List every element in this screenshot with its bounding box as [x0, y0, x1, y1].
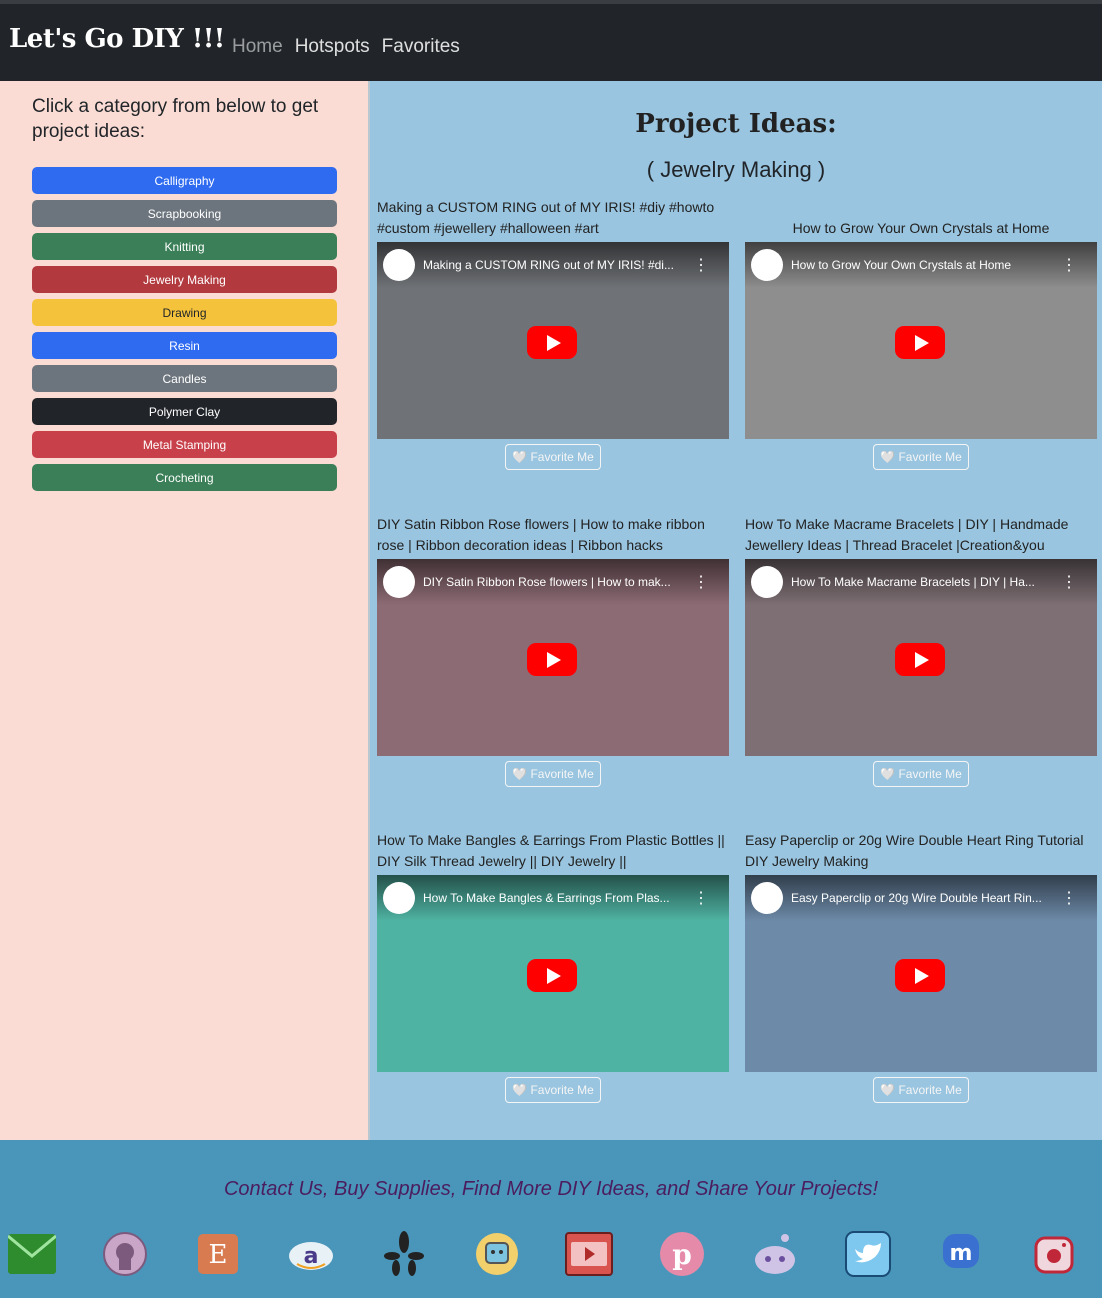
video-overlay-title[interactable]: How To Make Macrame Bracelets | DIY | Ha… [791, 575, 1051, 589]
category-button-candles[interactable]: Candles [32, 365, 337, 392]
video-overlay-title[interactable]: Easy Paperclip or 20g Wire Double Heart … [791, 891, 1051, 905]
video-header: How to Grow Your Own Crystals at Home ⋮ [745, 242, 1097, 288]
mastodon-icon[interactable]: m [937, 1230, 985, 1278]
video-embed[interactable]: Making a CUSTOM RING out of MY IRIS! #di… [377, 242, 729, 439]
play-button-icon[interactable] [527, 326, 577, 359]
channel-avatar[interactable] [383, 882, 415, 914]
channel-avatar[interactable] [383, 249, 415, 281]
favorite-button[interactable]: 🤍 Favorite Me [873, 1077, 969, 1103]
category-sidebar: Click a category from below to get proje… [0, 81, 368, 1140]
video-card: Easy Paperclip or 20g Wire Double Heart … [745, 830, 1097, 1103]
video-header: DIY Satin Ribbon Rose flowers | How to m… [377, 559, 729, 605]
more-options-icon[interactable]: ⋮ [693, 255, 709, 275]
play-button-icon[interactable] [895, 326, 945, 359]
play-button-icon[interactable] [895, 643, 945, 676]
nav-links: Home Hotspots Favorites [232, 36, 460, 58]
category-button-polymer-clay[interactable]: Polymer Clay [32, 398, 337, 425]
video-title: Easy Paperclip or 20g Wire Double Heart … [745, 832, 1084, 869]
project-ideas-panel: Project Ideas: ( Jewelry Making ) Making… [368, 81, 1102, 1140]
video-header: How To Make Bangles & Earrings From Plas… [377, 875, 729, 921]
video-embed[interactable]: How To Make Bangles & Earrings From Plas… [377, 875, 729, 1072]
video-title: How to Grow Your Own Crystals at Home [792, 220, 1050, 236]
app-icon[interactable] [473, 1230, 521, 1278]
video-card: How To Make Bangles & Earrings From Plas… [377, 830, 729, 1103]
video-overlay-title[interactable]: How To Make Bangles & Earrings From Plas… [423, 891, 683, 905]
social-links: E a p m [8, 1230, 1078, 1278]
video-card: Making a CUSTOM RING out of MY IRIS! #di… [377, 197, 729, 470]
pinterest-icon[interactable]: p [658, 1230, 706, 1278]
video-embed[interactable]: Easy Paperclip or 20g Wire Double Heart … [745, 875, 1097, 1072]
channel-avatar[interactable] [751, 566, 783, 598]
video-card: How to Grow Your Own Crystals at Home Ho… [745, 197, 1097, 470]
github-icon[interactable] [101, 1230, 149, 1278]
video-embed[interactable]: How to Grow Your Own Crystals at Home ⋮ [745, 242, 1097, 439]
play-button-icon[interactable] [895, 959, 945, 992]
video-title: How To Make Bangles & Earrings From Plas… [377, 832, 725, 869]
category-button-knitting[interactable]: Knitting [32, 233, 337, 260]
video-overlay-title[interactable]: Making a CUSTOM RING out of MY IRIS! #di… [423, 258, 683, 272]
category-button-scrapbooking[interactable]: Scrapbooking [32, 200, 337, 227]
footer-tagline: Contact Us, Buy Supplies, Find More DIY … [223, 1178, 879, 1200]
category-button-resin[interactable]: Resin [32, 332, 337, 359]
more-options-icon[interactable]: ⋮ [693, 572, 709, 592]
sidebar-heading: Click a category from below to get proje… [32, 96, 319, 142]
video-card: How To Make Macrame Bracelets | DIY | Ha… [745, 514, 1097, 787]
play-button-icon[interactable] [527, 959, 577, 992]
page-title: Project Ideas: [635, 109, 837, 139]
video-overlay-title[interactable]: DIY Satin Ribbon Rose flowers | How to m… [423, 575, 683, 589]
channel-avatar[interactable] [751, 882, 783, 914]
category-button-drawing[interactable]: Drawing [32, 299, 337, 326]
play-button-icon[interactable] [527, 643, 577, 676]
category-button-calligraphy[interactable]: Calligraphy [32, 167, 337, 194]
youtube-icon[interactable] [565, 1230, 614, 1278]
video-title: How To Make Macrame Bracelets | DIY | Ha… [745, 516, 1069, 553]
more-options-icon[interactable]: ⋮ [1061, 572, 1077, 592]
svg-text:a: a [303, 1244, 318, 1269]
video-header: How To Make Macrame Bracelets | DIY | Ha… [745, 559, 1097, 605]
svg-text:p: p [673, 1238, 693, 1271]
yelp-icon[interactable] [380, 1230, 428, 1278]
video-header: Making a CUSTOM RING out of MY IRIS! #di… [377, 242, 729, 288]
category-list: Calligraphy Scrapbooking Knitting Jewelr… [32, 167, 337, 497]
video-title: Making a CUSTOM RING out of MY IRIS! #di… [377, 199, 715, 236]
video-overlay-title[interactable]: How to Grow Your Own Crystals at Home [791, 258, 1051, 272]
more-options-icon[interactable]: ⋮ [1061, 888, 1077, 908]
main-area: Click a category from below to get proje… [0, 81, 1102, 1140]
etsy-icon[interactable]: E [194, 1230, 242, 1278]
mail-icon[interactable] [8, 1230, 56, 1278]
nav-hotspots[interactable]: Hotspots [295, 36, 370, 58]
favorite-button[interactable]: 🤍 Favorite Me [505, 444, 601, 470]
category-button-metal-stamping[interactable]: Metal Stamping [32, 431, 337, 458]
video-embed[interactable]: DIY Satin Ribbon Rose flowers | How to m… [377, 559, 729, 756]
more-options-icon[interactable]: ⋮ [1061, 255, 1077, 275]
reddit-icon[interactable] [751, 1230, 799, 1278]
instagram-icon[interactable] [1030, 1230, 1078, 1278]
nav-favorites[interactable]: Favorites [382, 36, 460, 58]
twitter-icon[interactable] [844, 1230, 892, 1278]
category-subtitle: ( Jewelry Making ) [646, 157, 826, 182]
nav-home[interactable]: Home [232, 36, 283, 58]
video-card: DIY Satin Ribbon Rose flowers | How to m… [377, 514, 729, 787]
category-button-crocheting[interactable]: Crocheting [32, 464, 337, 491]
footer: Contact Us, Buy Supplies, Find More DIY … [0, 1140, 1102, 1298]
video-title: DIY Satin Ribbon Rose flowers | How to m… [377, 516, 705, 553]
channel-avatar[interactable] [751, 249, 783, 281]
more-options-icon[interactable]: ⋮ [693, 888, 709, 908]
video-header: Easy Paperclip or 20g Wire Double Heart … [745, 875, 1097, 921]
favorite-button[interactable]: 🤍 Favorite Me [505, 1077, 601, 1103]
svg-text:E: E [208, 1240, 227, 1270]
favorite-button[interactable]: 🤍 Favorite Me [873, 444, 969, 470]
svg-text:m: m [950, 1241, 973, 1266]
favorite-button[interactable]: 🤍 Favorite Me [505, 761, 601, 787]
amazon-icon[interactable]: a [287, 1230, 335, 1278]
video-embed[interactable]: How To Make Macrame Bracelets | DIY | Ha… [745, 559, 1097, 756]
category-button-jewelry-making[interactable]: Jewelry Making [32, 266, 337, 293]
channel-avatar[interactable] [383, 566, 415, 598]
navbar: Let's Go DIY !!! Home Hotspots Favorites [0, 4, 1102, 81]
brand-logo[interactable]: Let's Go DIY !!! [9, 24, 225, 54]
favorite-button[interactable]: 🤍 Favorite Me [873, 761, 969, 787]
